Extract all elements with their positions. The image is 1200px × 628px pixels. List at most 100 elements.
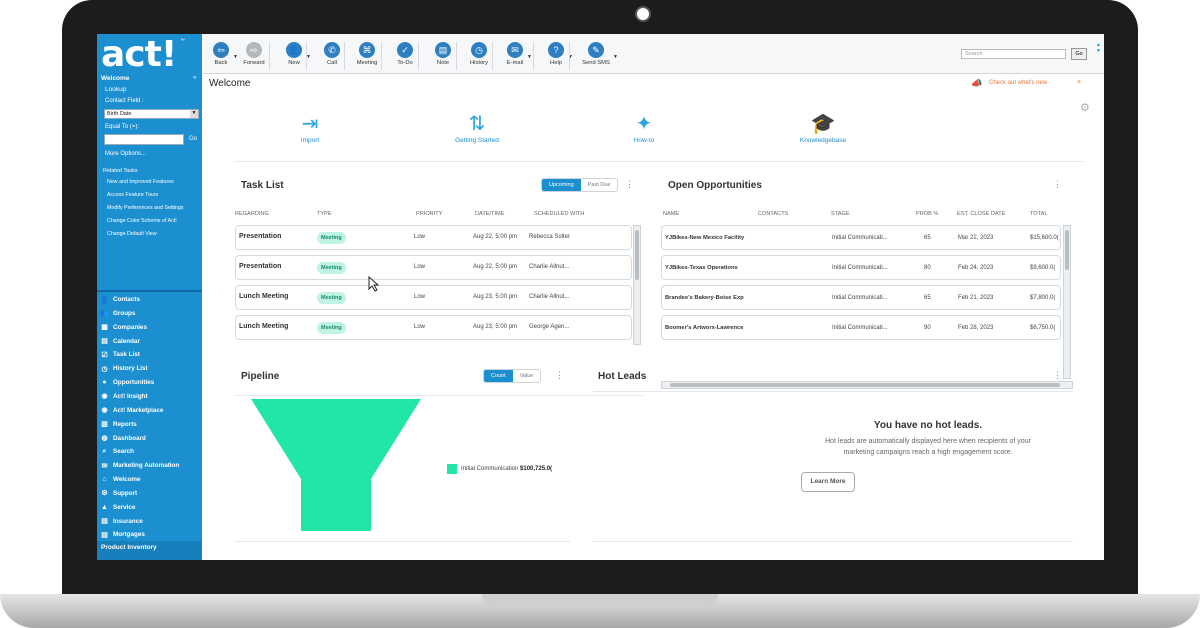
nav-item-support[interactable]: ⚙ Support xyxy=(100,487,200,500)
nav-item-reports[interactable]: ▥ Reports xyxy=(100,418,200,431)
chevron-down-icon[interactable]: ▼ xyxy=(233,54,238,60)
quick-link-knowledgebase[interactable]: 🎓 Knowledgebase xyxy=(773,111,873,144)
toggle-upcoming[interactable]: Upcoming xyxy=(542,179,581,191)
mouse-cursor-icon xyxy=(368,276,380,292)
related-task-link[interactable]: New and Improved Features xyxy=(107,179,174,185)
related-task-link[interactable]: Access Feature Tours xyxy=(107,192,158,198)
more-options-link[interactable]: More Options... xyxy=(105,151,146,157)
quick-link-getting-started[interactable]: ⇅ Getting Started xyxy=(427,111,527,144)
learn-more-button[interactable]: Learn More xyxy=(801,472,855,492)
related-task-link[interactable]: Modify Preferences and Settings xyxy=(107,205,184,211)
nav-item-groups[interactable]: 👥 Groups xyxy=(100,307,200,320)
nav-item-service[interactable]: ▲ Service xyxy=(100,501,200,514)
scrollbar-thumb[interactable] xyxy=(1065,230,1069,270)
marketplace-icon: ◉ xyxy=(101,407,108,415)
meeting-button[interactable]: ⌘ Meeting xyxy=(355,42,379,66)
contact-field-select[interactable]: Birth Date ▼ xyxy=(104,109,199,119)
checklist-icon: ☑ xyxy=(101,351,108,359)
opportunity-probability: 80 xyxy=(924,265,931,271)
related-tasks-heading: Related Tasks xyxy=(103,168,138,174)
chevron-down-icon[interactable]: ▼ xyxy=(613,54,618,60)
related-task-link[interactable]: Change Default View xyxy=(107,231,157,237)
task-datetime: Aug 22, 5:00 pm xyxy=(473,234,518,240)
table-row[interactable]: Lunch Meeting Meeting Low Aug 23, 5:00 pm Ch… xyxy=(235,285,632,310)
chevron-down-icon[interactable]: ▼ xyxy=(527,54,532,60)
toggle-count[interactable]: Count xyxy=(484,370,513,382)
related-task-link[interactable]: Change Color Scheme of Act! xyxy=(107,218,177,224)
nav-item-act-marketplace[interactable]: ◉ Act! Marketplace xyxy=(100,404,200,417)
forward-button[interactable]: ⇨ Forward xyxy=(242,42,266,66)
history-button[interactable]: ◷ History xyxy=(467,42,491,66)
back-button[interactable]: ⇦ Back xyxy=(209,42,233,66)
table-row[interactable]: YJBikes-Texas Operations Initial Communic… xyxy=(661,255,1061,280)
toggle-value[interactable]: Value xyxy=(512,370,541,382)
nav-item-insurance[interactable]: ▤ Insurance xyxy=(100,515,200,528)
nav-item-history-list[interactable]: ◷ History List xyxy=(100,362,200,375)
note-button[interactable]: ▤ Note xyxy=(431,42,455,66)
kebab-menu-icon[interactable]: ⋮ xyxy=(1053,370,1062,381)
nav-item-contacts[interactable]: 👤 Contacts xyxy=(100,293,200,306)
call-button[interactable]: ✆ Call xyxy=(320,42,344,66)
send-sms-button[interactable]: ✎ Send SMS xyxy=(579,42,613,66)
table-row[interactable]: Brandee's Bakery-Boise Exp Initial Commun… xyxy=(661,285,1061,310)
quick-link-label: Knowledgebase xyxy=(799,137,847,144)
opportunities-horizontal-scrollbar[interactable] xyxy=(661,381,1073,389)
nav-item-label: Dashboard xyxy=(113,434,146,442)
nav-item-mortgages[interactable]: ▤ Mortgages xyxy=(100,528,200,541)
opportunity-probability: 65 xyxy=(924,235,931,241)
column-header: NAME xyxy=(663,211,680,217)
task-regarding: Presentation xyxy=(239,233,282,240)
collapse-icon[interactable]: « xyxy=(193,75,196,81)
kebab-menu-icon[interactable]: ⋮ xyxy=(555,370,564,381)
nav-item-search[interactable]: ⌕ Search xyxy=(100,445,200,458)
opportunity-name: Brandee's Bakery-Boise Exp xyxy=(665,295,744,301)
nav-item-act-insight[interactable]: ◉ Act! Insight xyxy=(100,390,200,403)
table-row[interactable]: Presentation Meeting Low Aug 22, 5:00 pm Cha… xyxy=(235,255,632,280)
to-do-button[interactable]: ✓ To-Do xyxy=(393,42,417,66)
search-go-button[interactable]: Go xyxy=(1071,48,1087,60)
contact-field-value: Birth Date xyxy=(107,111,132,117)
whats-new-link[interactable]: Check out what's new xyxy=(989,80,1047,86)
task-datetime: Aug 23, 5:00 pm xyxy=(473,324,518,330)
help-icon: ? xyxy=(548,42,564,58)
column-header: EST. CLOSE DATE xyxy=(957,211,1006,217)
opportunities-scrollbar[interactable] xyxy=(1063,225,1071,379)
nav-item-opportunities[interactable]: ● Opportunities xyxy=(100,376,200,389)
table-row[interactable]: YJBikes-New Mexico Facility Initial Commu… xyxy=(661,225,1061,250)
back-icon: ⇦ xyxy=(213,42,229,58)
quick-links: ⇥ Import ⇅ Getting Started ✦ How-to 🎓 Kn… xyxy=(235,95,1083,162)
nav-item-welcome[interactable]: ⌂ Welcome xyxy=(100,473,200,486)
nav-item-task-list[interactable]: ☑ Task List xyxy=(100,348,200,361)
table-row[interactable]: Presentation Meeting Low Aug 22, 5:00 pm Reb… xyxy=(235,225,632,250)
toolbar-expand-icon[interactable]: ▲ ▼ xyxy=(1096,42,1101,54)
lookup-go-button[interactable]: Go xyxy=(189,136,197,142)
nav-item-marketing-automation[interactable]: ✉ Marketing Automation xyxy=(100,459,200,472)
equal-to-input[interactable] xyxy=(104,134,184,145)
funnel-stage-initial-communication[interactable] xyxy=(251,399,421,531)
e-mail-button[interactable]: ✉ E-mail xyxy=(503,42,527,66)
nav-item-dashboard[interactable]: ◍ Dashboard xyxy=(100,432,200,445)
scrollbar-thumb[interactable] xyxy=(635,230,639,280)
task-list-scrollbar[interactable] xyxy=(633,225,641,345)
toggle-past-due[interactable]: Past Due xyxy=(580,179,618,191)
nav-item-calendar[interactable]: ▤ Calendar xyxy=(100,335,200,348)
close-icon[interactable]: × xyxy=(1077,79,1081,86)
quick-link-import[interactable]: ⇥ Import xyxy=(260,111,360,144)
directions-icon: ⇅ xyxy=(468,113,486,135)
search-input[interactable]: Search xyxy=(961,49,1066,59)
graduation-cap-icon: 🎓 xyxy=(810,113,836,135)
quick-link-how-to[interactable]: ✦ How-to xyxy=(594,111,694,144)
help-button[interactable]: ? Help xyxy=(544,42,568,66)
new-button[interactable]: 👤 New xyxy=(282,42,306,66)
table-row[interactable]: Boomer's Artworx-Lawrence Initial Communi… xyxy=(661,315,1061,340)
nav-item-label: Welcome xyxy=(113,476,141,484)
kebab-menu-icon[interactable]: ⋮ xyxy=(1053,179,1062,190)
scrollbar-thumb[interactable] xyxy=(670,383,1060,387)
calendar-icon: ▤ xyxy=(101,338,108,346)
table-row[interactable]: Lunch Meeting Meeting Low Aug 23, 5:00 pm Ge… xyxy=(235,315,632,340)
nav-item-product-inventory[interactable]: Product Inventory xyxy=(97,541,202,560)
email-icon: ✉ xyxy=(507,42,523,58)
nav-item-companies[interactable]: ▦ Companies xyxy=(100,321,200,334)
kebab-menu-icon[interactable]: ⋮ xyxy=(625,179,634,190)
panel-divider xyxy=(235,541,570,542)
